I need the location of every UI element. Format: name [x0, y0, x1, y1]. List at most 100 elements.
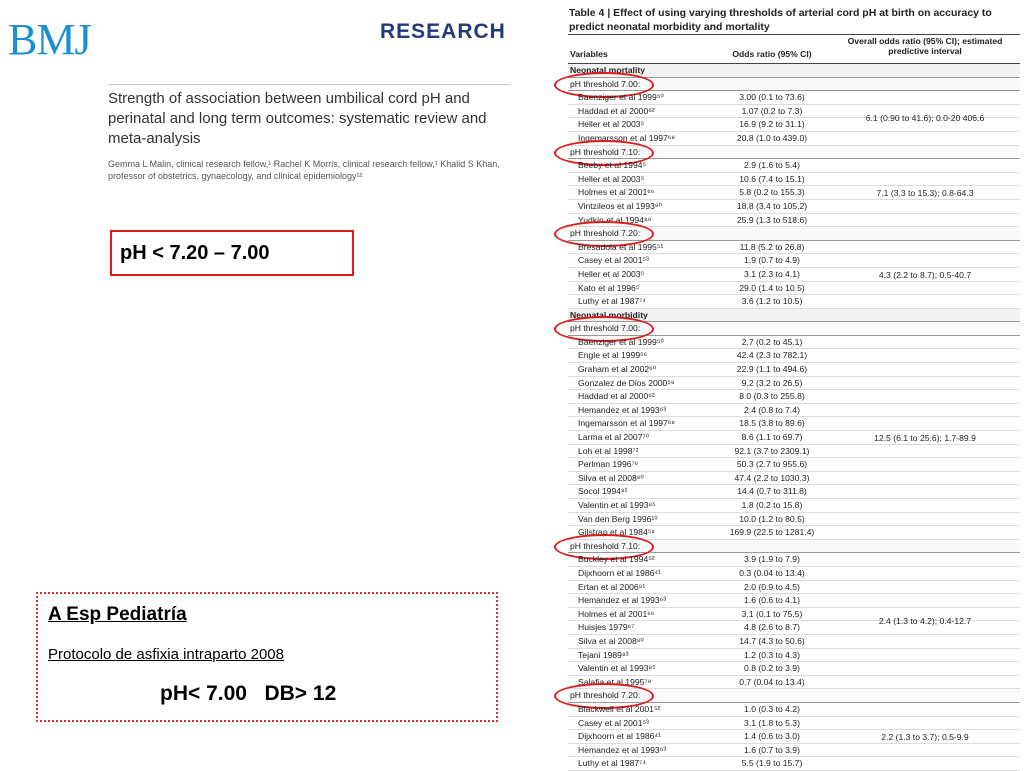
- study-name: Engle et al 1999⁵⁶: [578, 350, 648, 361]
- odds-ratio-value: 20.8 (1.0 to 439.0): [736, 132, 808, 143]
- study-name: Casey et al 2001⁵³: [578, 255, 649, 266]
- odds-ratio-value: 1.6 (0.6 to 4.1): [744, 595, 800, 606]
- odds-ratio-value: 8.0 (0.3 to 255.8): [739, 391, 805, 402]
- study-name: Vintzileos et al 1993⁹⁰: [578, 200, 662, 211]
- study-name: Valentin et al 1993⁸⁵: [578, 663, 656, 674]
- bmj-logo: BMJ: [8, 15, 92, 64]
- odds-ratio-value: 50.3 (2.7 to 955.6): [736, 459, 808, 470]
- odds-ratio-value: 10.0 (1.2 to 80.5): [739, 513, 805, 524]
- table-row: Van den Berg 1996¹⁰ 10.0 (1.2 to 80.5): [568, 513, 1020, 527]
- table-row: Ertan et al 2006⁹¹ 2.0 (0.9 to 4.5): [568, 581, 1020, 595]
- overall-odds-ratio: 7.1 (3.3 to 15.3); 0.8-64.3: [876, 188, 974, 199]
- study-name: Van den Berg 1996¹⁰: [578, 513, 658, 524]
- odds-ratio-value: 2.7 (0.2 to 45.1): [741, 336, 803, 347]
- odds-ratio-value: 3.1 (0.1 to 75.5): [741, 608, 803, 619]
- criteria-text: pH< 7.00 DB> 12: [160, 682, 337, 705]
- odds-ratio-value: 42.4 (2.3 to 782.1): [736, 350, 808, 361]
- odds-ratio-value: 16.9 (9.2 to 31.1): [739, 119, 805, 130]
- odds-ratio-value: 14.7 (4.3 to 50.6): [739, 635, 805, 646]
- threshold-group: Baenziger et al 1999⁵⁰ 2.7 (0.2 to 45.1) E…: [568, 336, 1020, 540]
- odds-ratio-value: 0.8 (0.2 to 3.9): [744, 663, 800, 674]
- study-name: Kato et al 1996⁵: [578, 282, 640, 293]
- threshold-group: Beeby et al 1994⁵ 2.9 (1.6 to 5.4) Heller …: [568, 159, 1020, 228]
- article-authors: Gemma L Malin, clinical research fellow,…: [108, 159, 500, 181]
- study-name: Ingemarsson et al 1997⁶⁸: [578, 418, 675, 429]
- odds-ratio-value: 1.4 (0.6 to 3.0): [744, 731, 800, 742]
- table-row: Kato et al 1996⁵ 29.0 (1.4 to 10.5): [568, 282, 1020, 296]
- study-name: Hemandez et al 1993⁶³: [578, 595, 667, 606]
- odds-ratio-value: 1.2 (0.3 to 4.3): [744, 649, 800, 660]
- table-row: Hemandez et al 1993⁶³ 1.6 (0.7 to 3.9): [568, 744, 1020, 758]
- header-variables: Variables: [570, 49, 608, 59]
- threshold-group: Buckley et al 1994⁵² 3.9 (1.9 to 7.9) Dijx…: [568, 553, 1020, 690]
- study-name: Gonzalez de Dios 2000⁵⁹: [578, 377, 675, 388]
- odds-ratio-value: 1.07 (0.2 to 7.3): [741, 105, 803, 116]
- table-row: Valentin et al 1993⁸⁵ 1.8 (0.2 to 15.8): [568, 499, 1020, 513]
- odds-ratio-value: 9.2 (3.2 to 26.5): [741, 377, 803, 388]
- ph-range-text: pH < 7.20 – 7.00: [120, 242, 270, 264]
- study-name: Holmes et al 2001⁶⁶: [578, 187, 655, 198]
- study-name: Haddad et al 2000⁶²: [578, 391, 655, 402]
- odds-ratio-value: 2.9 (1.6 to 5.4): [744, 160, 800, 171]
- odds-ratio-value: 5.8 (0.2 to 155.3): [739, 187, 805, 198]
- table-header: Variables Odds ratio (95% CI) Overall od…: [568, 34, 1020, 64]
- table-row: Loh et al 1998⁷² 92.1 (3.7 to 2309.1): [568, 445, 1020, 459]
- threshold-row: pH threshold 7.00:: [554, 71, 1020, 98]
- ph-range-box: pH < 7.20 – 7.00: [110, 230, 354, 276]
- study-name: Valentin et al 1993⁸⁵: [578, 500, 656, 510]
- table-row: Heller et al 2003⁵ 10.6 (7.4 to 15.1): [568, 173, 1020, 187]
- threshold-row: pH threshold 7.10:: [554, 533, 1020, 560]
- table-row: Vintzileos et al 1993⁹⁰ 18.8 (3.4 to 105.…: [568, 200, 1020, 214]
- odds-ratio-value: 0.3 (0.04 to 13.4): [739, 567, 805, 578]
- odds-ratio-value: 2.0 (0.9 to 4.5): [744, 581, 800, 592]
- odds-ratio-value: 29.0 (1.4 to 10.5): [739, 282, 805, 293]
- study-name: Larma et al 2007⁷⁰: [578, 432, 650, 443]
- table-row: Beeby et al 1994⁵ 2.9 (1.6 to 5.4): [568, 159, 1020, 173]
- study-name: Tejani 1989⁸³: [578, 649, 629, 660]
- table-body: Neonatal mortality pH threshold 7.00: Baen…: [554, 64, 1020, 771]
- threshold-row: pH threshold 7.20:: [554, 221, 1020, 248]
- odds-ratio-value: 0.7 (0.04 to 13.4): [739, 676, 805, 687]
- odds-ratio-value: 3.1 (2.3 to 4.1): [744, 268, 800, 279]
- threshold-row: pH threshold 7.10:: [554, 139, 1020, 166]
- study-name: Baenziger et al 1999⁵⁰: [578, 336, 664, 347]
- table-row: Gonzalez de Dios 2000⁵⁹ 9.2 (3.2 to 26.5): [568, 377, 1020, 391]
- reference-note-box: A Esp Pediatría Protocolo de asfixia int…: [36, 592, 498, 722]
- table-row: Ingemarsson et al 1997⁶⁸ 18.5 (3.8 to 89.…: [568, 417, 1020, 432]
- table-row: Luthy et al 1987⁷⁴ 5.5 (1.9 to 15.7): [568, 757, 1020, 771]
- table-row: Haddad et al 2000⁶² 8.0 (0.3 to 255.8): [568, 390, 1020, 404]
- table-row: Hemandez et al 1993⁶³ 2.4 (0.8 to 7.4): [568, 404, 1020, 418]
- study-name: Dijxhoorn et al 1986⁴¹: [578, 567, 661, 578]
- section-label: RESEARCH: [380, 20, 506, 43]
- table-row: Bresadola et al 1995⁵¹ 11.8 (5.2 to 26.8): [568, 241, 1020, 255]
- odds-ratio-value: 4.8 (2.6 to 8.7): [744, 622, 800, 633]
- odds-ratio-value: 3.00 (0.1 to 73.6): [739, 92, 805, 103]
- odds-ratio-value: 1.8 (0.2 to 15.8): [741, 500, 803, 510]
- study-name: Hemandez et al 1993⁶³: [578, 404, 667, 415]
- odds-ratio-value: 1.9 (0.7 to 4.9): [744, 255, 800, 266]
- study-name: Ertan et al 2006⁹¹: [578, 581, 646, 592]
- table-row: Graham et al 2002⁶⁰ 22.9 (1.1 to 494.6): [568, 363, 1020, 377]
- study-name: Heller et al 2003⁵: [578, 268, 645, 279]
- study-name: Graham et al 2002⁶⁰: [578, 364, 657, 375]
- odds-ratio-value: 25.9 (1.3 to 518.6): [736, 214, 808, 225]
- overall-odds-ratio: 4.3 (2.2 to 8.7); 0.5-40.7: [878, 269, 972, 280]
- table-row: Hemandez et al 1993⁶³ 1.6 (0.6 to 4.1): [568, 594, 1020, 608]
- table-title: Table 4 | Effect of using varying thresh…: [569, 7, 992, 33]
- article-title: Strength of association between umbilica…: [108, 90, 487, 147]
- protocol-name: Protocolo de asfixia intraparto 2008: [48, 646, 284, 663]
- odds-ratio-value: 8.6 (1.1 to 69.7): [741, 432, 803, 443]
- odds-ratio-value: 10.6 (7.4 to 15.1): [739, 173, 805, 184]
- study-name: Heller et al 2003⁵: [578, 119, 645, 130]
- overall-odds-ratio: 12.5 (6.1 to 25.6); 1.7-89.9: [874, 432, 976, 443]
- odds-ratio-value: 47.4 (2.2 to 1030.3): [734, 472, 810, 483]
- table-row: Baenziger et al 1999⁵⁰ 3.00 (0.1 to 73.6): [568, 91, 1020, 105]
- study-name: Casey et al 2001⁵³: [578, 717, 649, 728]
- header-odds-ratio: Odds ratio (95% CI): [732, 49, 812, 59]
- threshold-group: Baenziger et al 1999⁵⁰ 3.00 (0.1 to 73.6)…: [568, 91, 1020, 146]
- overall-odds-ratio: 6.1 (0.90 to 41.6); 0.0-20 406.6: [865, 113, 985, 124]
- odds-ratio-value: 3.1 (1.8 to 5.3): [744, 717, 800, 728]
- odds-ratio-value: 3.9 (1.9 to 7.9): [744, 554, 800, 565]
- study-name: Buckley et al 1994⁵²: [578, 554, 655, 565]
- threshold-row: pH threshold 7.20:: [554, 683, 1020, 710]
